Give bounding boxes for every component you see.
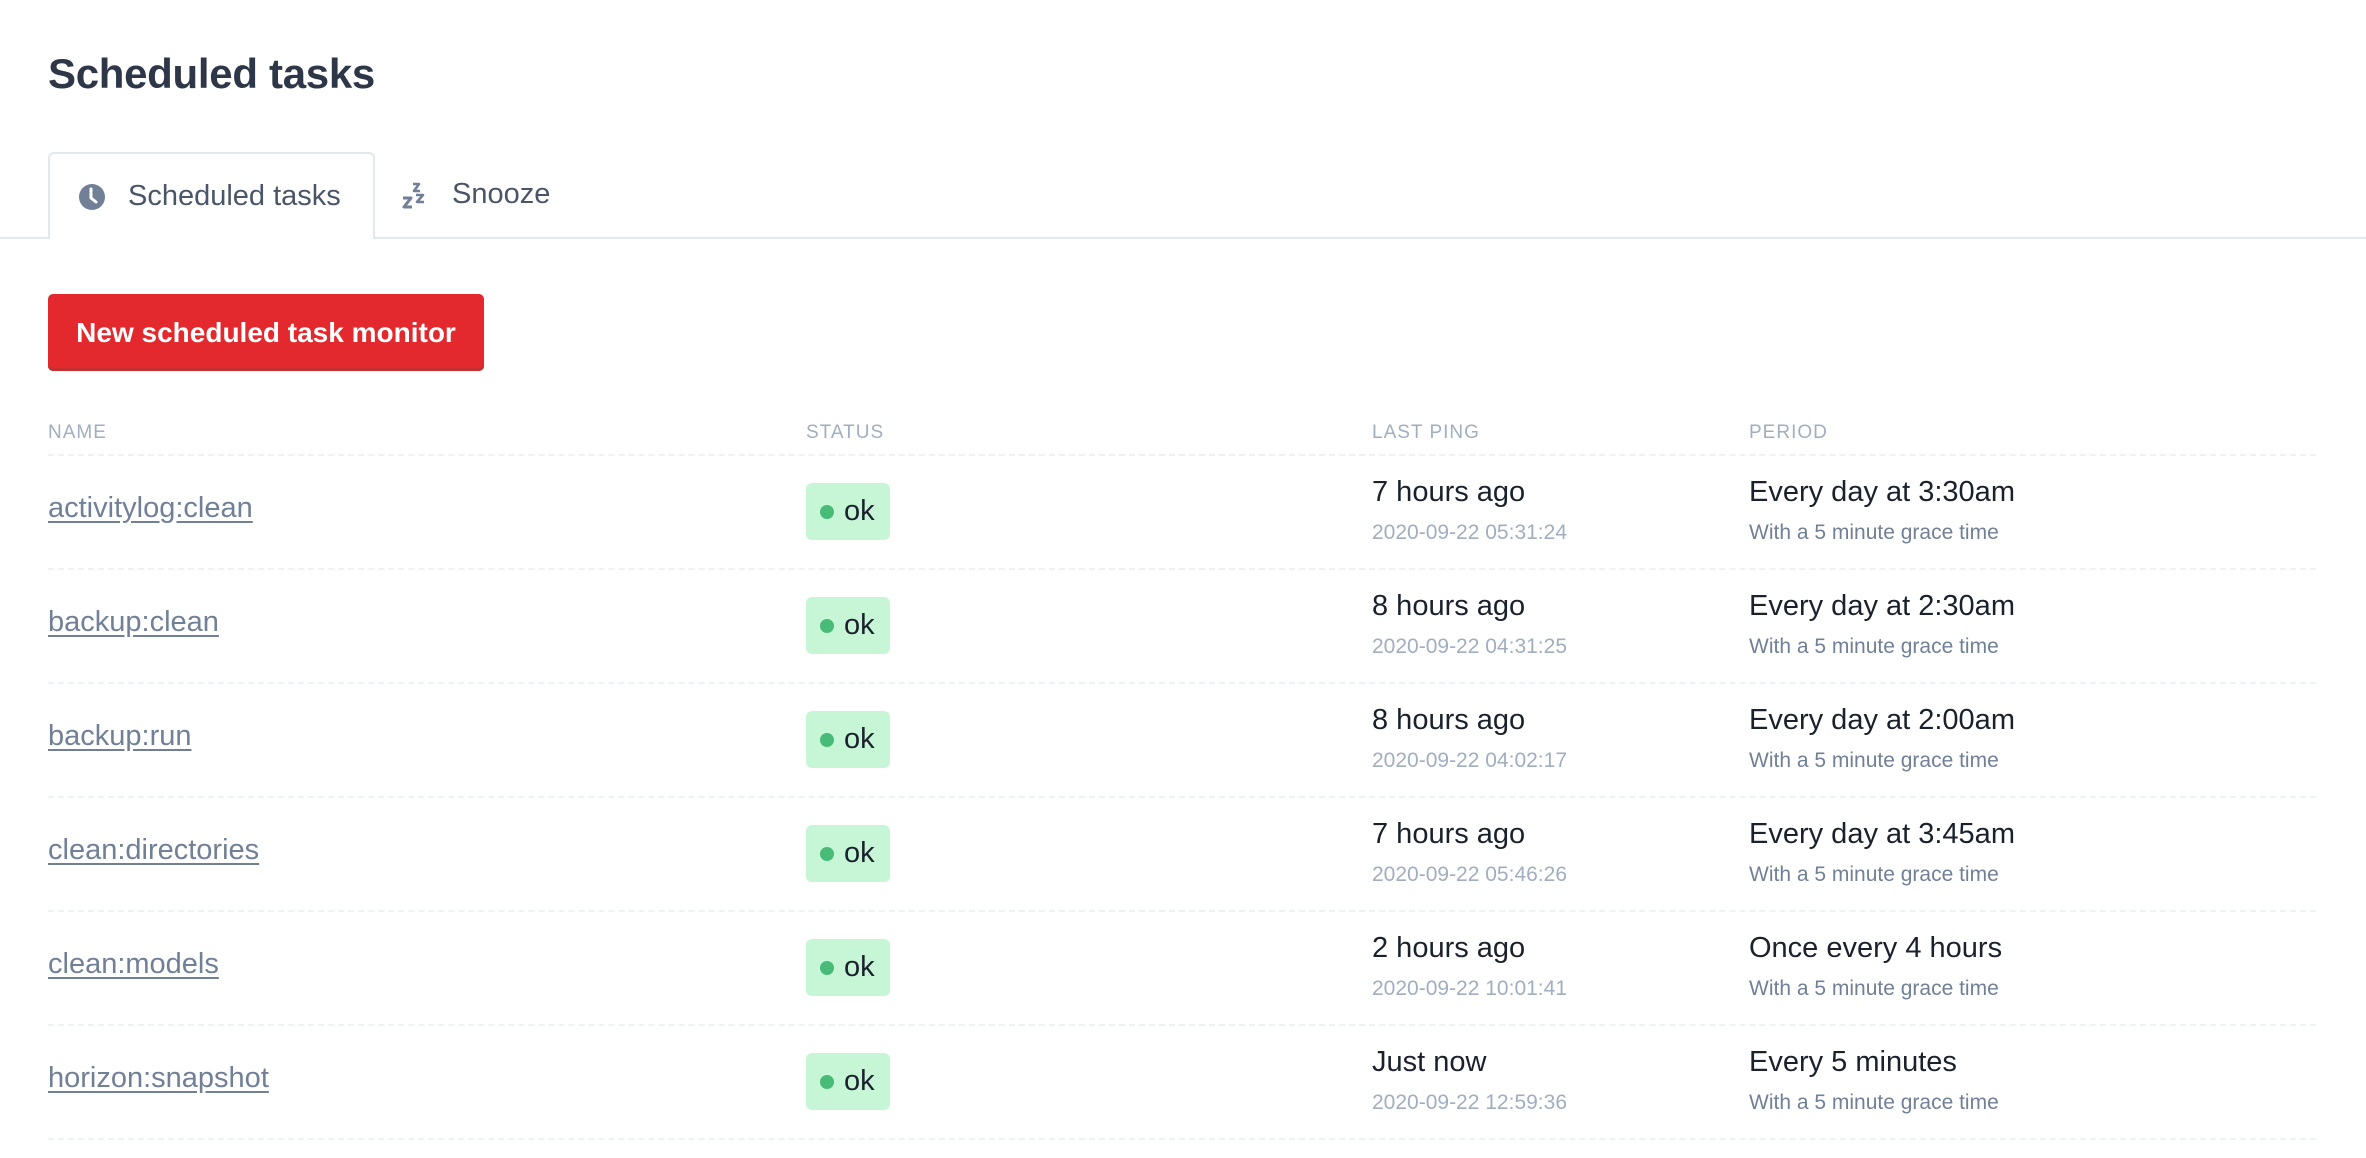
tab-label: Snooze [452,178,551,210]
page-title: Scheduled tasks [48,50,375,97]
status-label: ok [844,837,875,869]
grace-time: With a 5 minute grace time [1749,635,1999,658]
grace-time: With a 5 minute grace time [1749,863,1999,886]
table-row: clean:directories ok 7 hours ago 2020-09… [48,798,2316,912]
last-ping-timestamp: 2020-09-22 05:46:26 [1372,863,1567,886]
period-description: Every day at 3:45am [1749,818,2015,850]
status-label: ok [844,951,875,983]
column-header-period: Period [1749,422,1828,443]
table-row: horizon:snapshot ok Just now 2020-09-22 … [48,1026,2316,1140]
last-ping-relative: Just now [1372,1046,1487,1078]
status-badge: ok [806,825,890,882]
last-ping-timestamp: 2020-09-22 12:59:36 [1372,1091,1567,1114]
status-label: ok [844,723,875,755]
status-badge: ok [806,711,890,768]
snooze-icon [402,181,430,209]
last-ping-relative: 8 hours ago [1372,704,1526,736]
clock-icon [78,183,106,211]
column-header-status: Status [806,422,885,443]
last-ping-relative: 7 hours ago [1372,818,1526,850]
grace-time: With a 5 minute grace time [1749,521,1999,544]
last-ping-relative: 8 hours ago [1372,590,1526,622]
status-dot-icon [820,618,834,633]
grace-time: With a 5 minute grace time [1749,1091,1999,1114]
task-name-link[interactable]: clean:directories [48,834,259,867]
period-description: Every day at 2:30am [1749,590,2015,622]
last-ping-timestamp: 2020-09-22 04:31:25 [1372,635,1567,658]
status-label: ok [844,1065,875,1097]
tab-label: Scheduled tasks [128,180,341,212]
task-name-link[interactable]: backup:run [48,720,192,753]
grace-time: With a 5 minute grace time [1749,749,1999,772]
table-row: backup:clean ok 8 hours ago 2020-09-22 0… [48,570,2316,684]
status-label: ok [844,609,875,641]
column-header-last-ping: Last ping [1372,422,1480,443]
table-row: activitylog:clean ok 7 hours ago 2020-09… [48,456,2316,570]
task-name-link[interactable]: clean:models [48,948,219,981]
table-row: clean:models ok 2 hours ago 2020-09-22 1… [48,912,2316,1026]
status-dot-icon [820,732,834,747]
task-name-link[interactable]: backup:clean [48,606,219,639]
column-header-name: Name [48,422,107,443]
table-header: Name Status Last ping Period [48,410,2316,456]
tab-scheduled-tasks[interactable]: Scheduled tasks [48,152,375,239]
period-description: Every 5 minutes [1749,1046,1957,1078]
last-ping-relative: 7 hours ago [1372,476,1526,508]
status-badge: ok [806,483,890,540]
last-ping-relative: 2 hours ago [1372,932,1526,964]
status-label: ok [844,495,875,527]
new-scheduled-task-monitor-button[interactable]: New scheduled task monitor [48,294,484,371]
period-description: Once every 4 hours [1749,932,2003,964]
status-badge: ok [806,597,890,654]
last-ping-timestamp: 2020-09-22 04:02:17 [1372,749,1567,772]
tab-snooze[interactable]: Snooze [402,152,550,237]
status-dot-icon [820,504,834,519]
last-ping-timestamp: 2020-09-22 05:31:24 [1372,521,1567,544]
grace-time: With a 5 minute grace time [1749,977,1999,1000]
task-name-link[interactable]: activitylog:clean [48,492,253,525]
status-dot-icon [820,1074,834,1089]
task-name-link[interactable]: horizon:snapshot [48,1062,269,1095]
status-dot-icon [820,960,834,975]
last-ping-timestamp: 2020-09-22 10:01:41 [1372,977,1567,1000]
period-description: Every day at 3:30am [1749,476,2015,508]
status-badge: ok [806,939,890,996]
status-badge: ok [806,1053,890,1110]
status-dot-icon [820,846,834,861]
scheduled-tasks-table: Name Status Last ping Period activitylog… [48,410,2316,1140]
table-row: backup:run ok 8 hours ago 2020-09-22 04:… [48,684,2316,798]
tab-bar: Scheduled tasks Snooze [0,152,2366,239]
period-description: Every day at 2:00am [1749,704,2015,736]
